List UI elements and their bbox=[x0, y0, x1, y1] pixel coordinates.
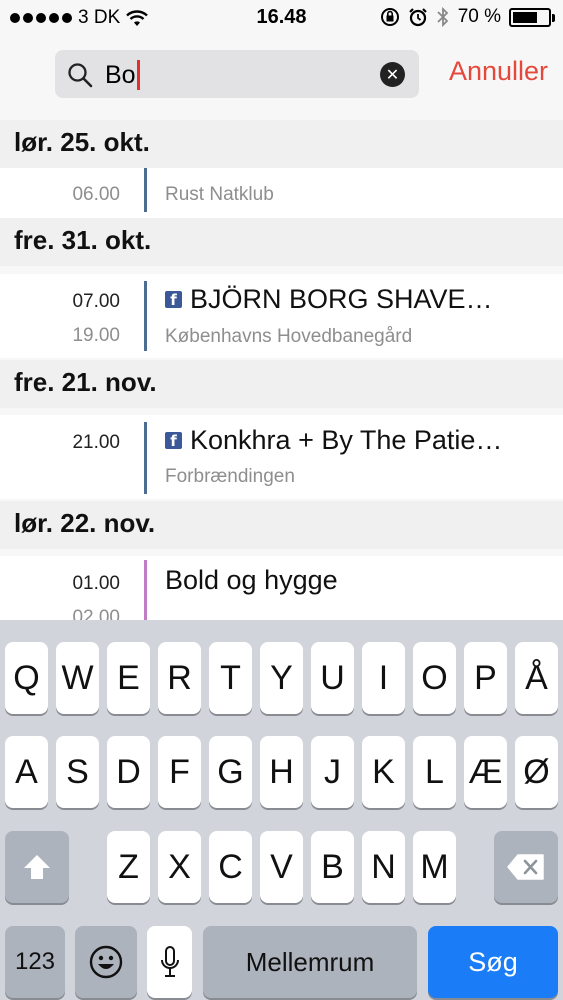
key-k[interactable]: K bbox=[362, 736, 405, 808]
key-r[interactable]: R bbox=[158, 642, 201, 714]
cancel-button[interactable]: Annuller bbox=[449, 56, 548, 87]
battery-icon bbox=[509, 7, 555, 27]
key-c[interactable]: C bbox=[209, 831, 252, 903]
keyboard: Q W E R T Y U I O P Å A S D F G H J K L … bbox=[0, 620, 563, 1000]
backspace-icon bbox=[507, 854, 544, 880]
section-date: fre. 21. nov. bbox=[14, 367, 157, 397]
calendar-bar bbox=[144, 281, 147, 351]
key-aa[interactable]: Å bbox=[515, 642, 558, 714]
shift-icon bbox=[24, 855, 50, 879]
calendar-bar bbox=[144, 168, 147, 212]
key-u[interactable]: U bbox=[311, 642, 354, 714]
calendar-bar bbox=[144, 422, 147, 494]
search-bar: Bo ✕ Annuller bbox=[0, 36, 563, 120]
text-caret bbox=[136, 60, 140, 90]
rotation-lock-icon bbox=[380, 8, 399, 26]
search-query: Bo bbox=[105, 60, 136, 89]
list-item[interactable]: 07.00 19.00 f BJÖRN BORG SHAVE… Københav… bbox=[0, 274, 563, 358]
clear-icon[interactable]: ✕ bbox=[380, 62, 405, 87]
key-m[interactable]: M bbox=[413, 831, 456, 903]
section-header: fre. 31. okt. bbox=[0, 218, 563, 266]
emoji-icon bbox=[89, 945, 123, 979]
section-header: fre. 21. nov. bbox=[0, 360, 563, 408]
list-item[interactable]: 01.00 02.00 Bold og hygge bbox=[0, 556, 563, 620]
event-start-time: 01.00 bbox=[72, 573, 120, 594]
search-text: Bo bbox=[105, 60, 140, 90]
key-s[interactable]: S bbox=[56, 736, 99, 808]
key-j[interactable]: J bbox=[311, 736, 354, 808]
event-title: f Konkhra + By The Patie… bbox=[165, 425, 545, 456]
key-x[interactable]: X bbox=[158, 831, 201, 903]
key-b[interactable]: B bbox=[311, 831, 354, 903]
key-z[interactable]: Z bbox=[107, 831, 150, 903]
search-key[interactable]: Søg bbox=[428, 926, 558, 998]
list-item[interactable]: 21.00 f Konkhra + By The Patie… Forbrænd… bbox=[0, 415, 563, 499]
key-f[interactable]: F bbox=[158, 736, 201, 808]
key-g[interactable]: G bbox=[209, 736, 252, 808]
event-end-time: 06.00 bbox=[72, 184, 120, 205]
key-oe[interactable]: Ø bbox=[515, 736, 558, 808]
key-o[interactable]: O bbox=[413, 642, 456, 714]
section-date: lør. 25. okt. bbox=[14, 127, 150, 157]
key-l[interactable]: L bbox=[413, 736, 456, 808]
shift-key[interactable] bbox=[5, 831, 69, 903]
search-input[interactable]: Bo ✕ bbox=[55, 50, 419, 98]
battery-percent: 70 % bbox=[457, 6, 501, 27]
alarm-icon bbox=[408, 8, 427, 27]
list-item[interactable]: 06.00 Rust Natklub bbox=[0, 168, 563, 218]
key-w[interactable]: W bbox=[56, 642, 99, 714]
key-a[interactable]: A bbox=[5, 736, 48, 808]
event-end-time: 02.00 bbox=[72, 607, 120, 620]
key-q[interactable]: Q bbox=[5, 642, 48, 714]
key-h[interactable]: H bbox=[260, 736, 303, 808]
facebook-icon: f bbox=[165, 291, 182, 308]
bluetooth-icon bbox=[437, 6, 448, 28]
event-title: Bold og hygge bbox=[165, 565, 545, 596]
event-venue: Forbrændingen bbox=[165, 466, 295, 487]
key-v[interactable]: V bbox=[260, 831, 303, 903]
event-end-time: 19.00 bbox=[72, 325, 120, 346]
numbers-key[interactable]: 123 bbox=[5, 926, 65, 998]
event-venue: Københavns Hovedbanegård bbox=[165, 326, 413, 347]
event-title-text: BJÖRN BORG SHAVE… bbox=[190, 284, 493, 314]
event-title-text: Bold og hygge bbox=[165, 565, 338, 595]
key-n[interactable]: N bbox=[362, 831, 405, 903]
event-venue: Rust Natklub bbox=[165, 184, 274, 205]
facebook-icon: f bbox=[165, 432, 182, 449]
status-bar: 3 DK 16.48 70 % bbox=[0, 0, 563, 36]
key-e[interactable]: E bbox=[107, 642, 150, 714]
section-date: fre. 31. okt. bbox=[14, 225, 152, 255]
section-header: lør. 25. okt. bbox=[0, 120, 563, 168]
key-i[interactable]: I bbox=[362, 642, 405, 714]
event-start-time: 21.00 bbox=[72, 432, 120, 453]
microphone-icon bbox=[160, 946, 179, 977]
section-date: lør. 22. nov. bbox=[14, 508, 156, 538]
space-key[interactable]: Mellemrum bbox=[203, 926, 417, 998]
calendar-bar bbox=[144, 560, 147, 620]
key-y[interactable]: Y bbox=[260, 642, 303, 714]
key-p[interactable]: P bbox=[464, 642, 507, 714]
search-results[interactable]: lør. 25. okt. 06.00 Rust Natklub fre. 31… bbox=[0, 120, 563, 620]
backspace-key[interactable] bbox=[494, 831, 558, 903]
key-t[interactable]: T bbox=[209, 642, 252, 714]
event-title-text: Konkhra + By The Patie… bbox=[190, 425, 503, 455]
key-ae[interactable]: Æ bbox=[464, 736, 507, 808]
section-header: lør. 22. nov. bbox=[0, 501, 563, 549]
dictation-key[interactable] bbox=[147, 926, 192, 998]
event-start-time: 07.00 bbox=[72, 291, 120, 312]
key-d[interactable]: D bbox=[107, 736, 150, 808]
search-icon bbox=[68, 63, 93, 88]
event-title: f BJÖRN BORG SHAVE… bbox=[165, 284, 545, 315]
battery-level bbox=[513, 11, 537, 23]
emoji-key[interactable] bbox=[75, 926, 137, 998]
